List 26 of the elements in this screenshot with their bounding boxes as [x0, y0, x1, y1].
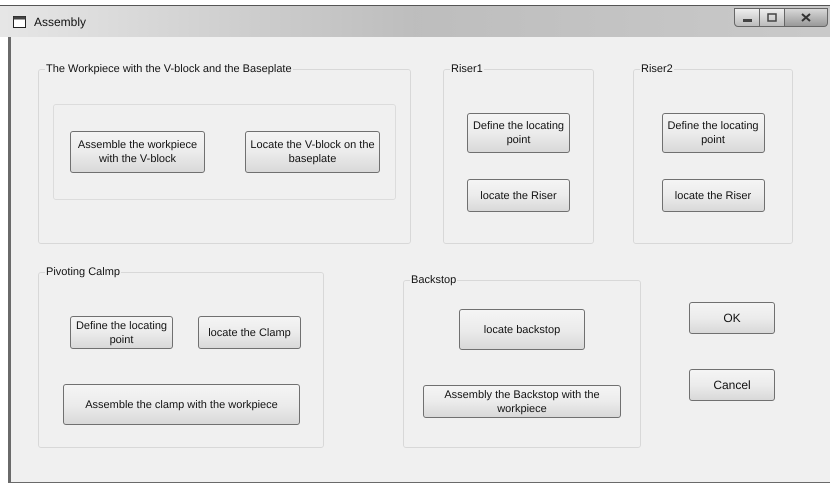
minimize-button[interactable] — [734, 8, 760, 27]
minimize-icon — [742, 19, 752, 22]
action-button[interactable]: Define the locating point — [467, 113, 570, 153]
close-icon — [801, 13, 811, 22]
maximize-icon — [767, 13, 777, 22]
action-button[interactable]: Locate the V-block on the baseplate — [245, 131, 380, 173]
action-button[interactable]: locate the Riser — [467, 179, 570, 212]
action-button[interactable]: Assemble the workpiece with the V-block — [70, 131, 205, 173]
action-button[interactable]: locate the Riser — [662, 179, 764, 212]
action-button[interactable]: OK — [689, 302, 775, 334]
action-button[interactable]: Assemble the clamp with the workpiece — [63, 384, 300, 425]
group-title: Backstop — [410, 274, 458, 287]
window-title: Assembly — [34, 14, 86, 30]
close-button[interactable] — [785, 8, 828, 27]
window-icon — [13, 16, 26, 28]
group-title: Riser1 — [450, 63, 484, 76]
action-button[interactable]: Define the locating point — [662, 113, 764, 153]
action-button[interactable]: Cancel — [689, 369, 775, 401]
group-title: Pivoting Calmp — [45, 266, 121, 279]
group-title: Riser2 — [640, 63, 674, 76]
action-button[interactable]: locate the Clamp — [198, 316, 301, 349]
action-button[interactable]: Assembly the Backstop with the workpiece — [423, 385, 621, 418]
action-button[interactable]: Define the locating point — [70, 316, 173, 349]
group-title: The Workpiece with the V-block and the Baseplate — [45, 63, 293, 76]
action-button[interactable]: locate backstop — [459, 309, 585, 350]
maximize-button[interactable] — [760, 8, 785, 27]
